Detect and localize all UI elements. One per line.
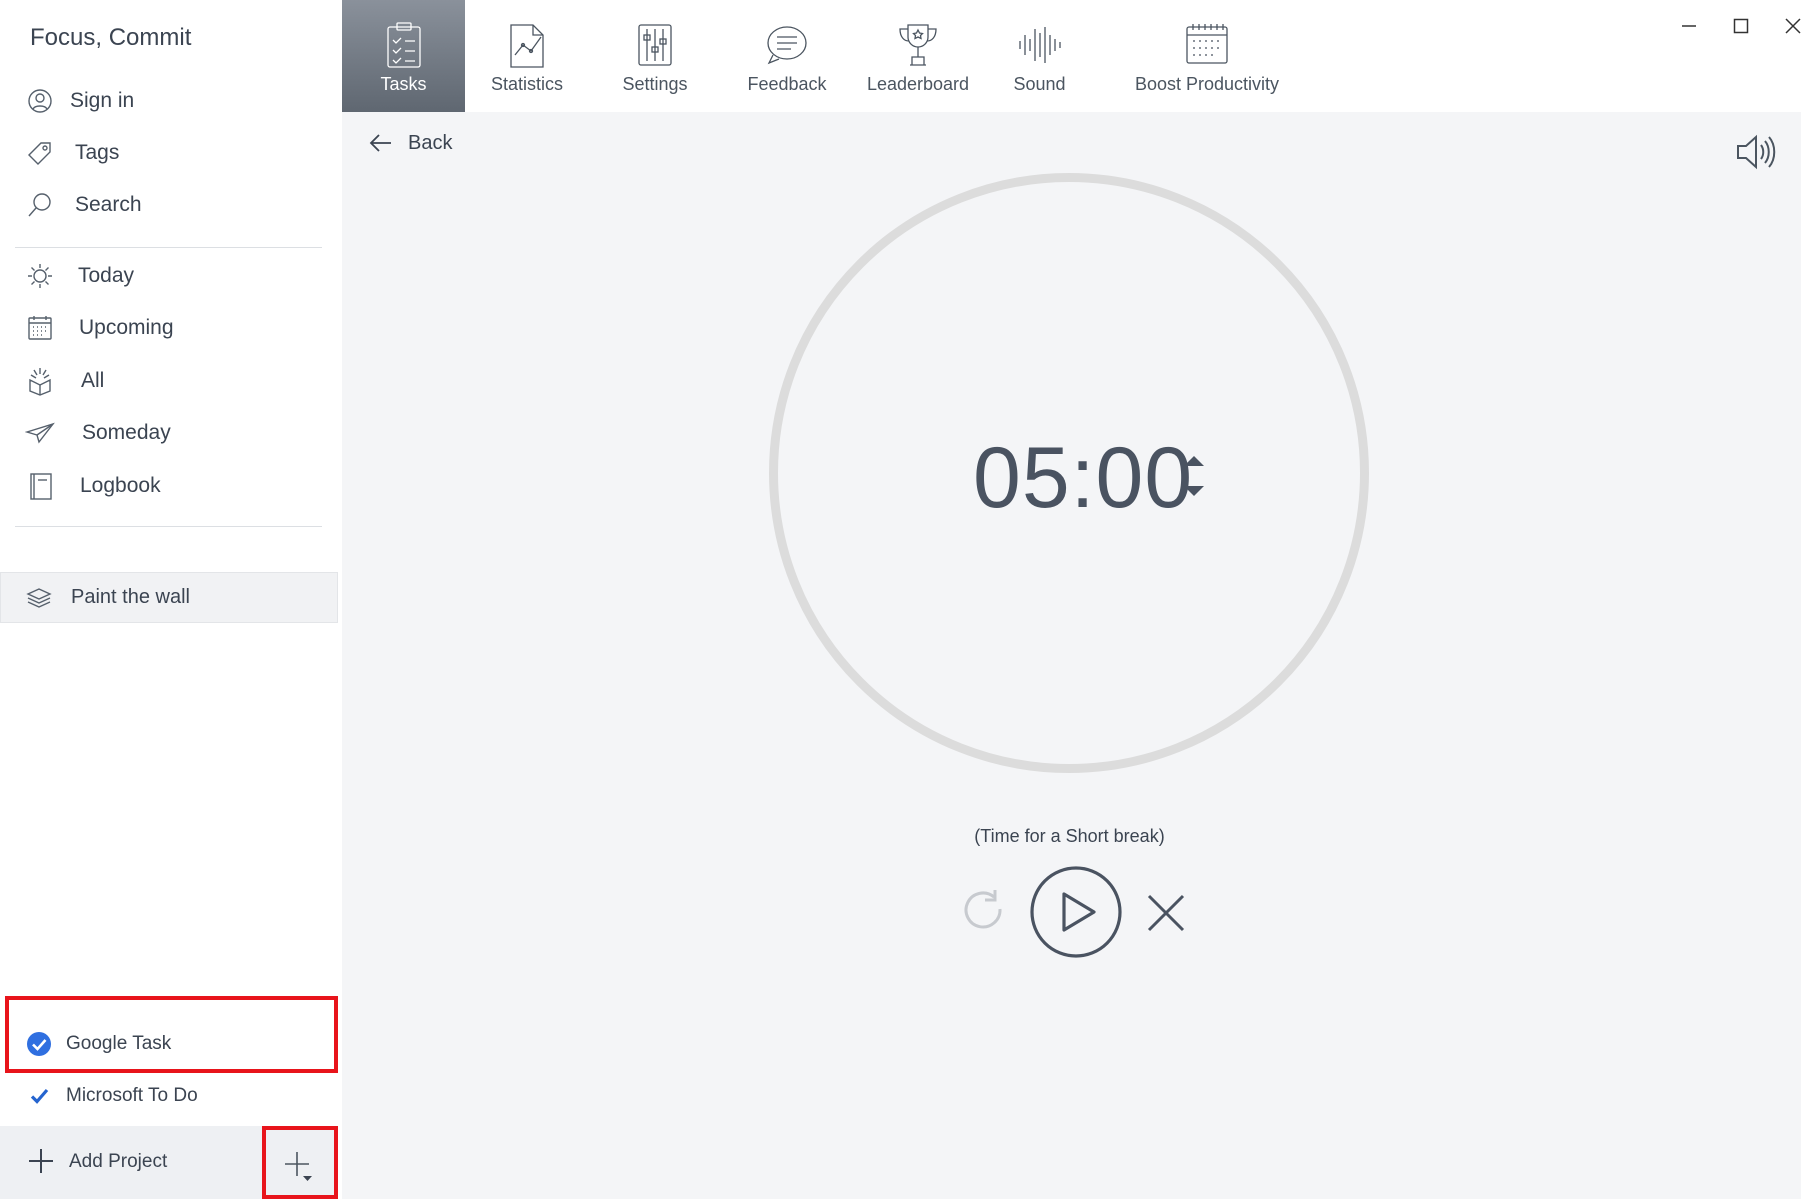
calendar-icon — [24, 312, 56, 344]
sidebar-item-sign-in[interactable]: Sign in — [0, 78, 340, 124]
sidebar-item-label: Today — [78, 264, 135, 287]
tab-label: Leaderboard — [866, 74, 970, 94]
trophy-icon — [893, 20, 943, 70]
search-icon — [24, 189, 56, 221]
timer-value: 05:00 — [973, 430, 1194, 526]
tag-icon — [24, 137, 56, 169]
integration-google-task[interactable]: Google Task — [0, 1018, 338, 1070]
maximize-icon — [1733, 18, 1749, 34]
sidebar-item-search[interactable]: Search — [0, 182, 340, 228]
book-icon — [24, 470, 56, 502]
project-item-label: Paint the wall — [71, 586, 190, 608]
sidebar-item-today[interactable]: Today — [0, 253, 340, 299]
sidebar: Focus, Commit Sign in Tags Search Today — [0, 0, 340, 1199]
sidebar-item-label: Search — [75, 193, 142, 216]
microsoft-todo-check-icon — [26, 1083, 52, 1109]
sidebar-footer: Add Project — [0, 1126, 338, 1199]
tab-label: Feedback — [747, 74, 827, 94]
back-label: Back — [408, 131, 453, 154]
integration-microsoft-todo[interactable]: Microsoft To Do — [0, 1070, 338, 1122]
sidebar-item-label: Logbook — [80, 474, 161, 497]
app-title: Focus, Commit — [30, 24, 192, 51]
calendar-grid-icon — [1182, 20, 1232, 70]
tab-label: Sound — [1013, 74, 1066, 94]
tab-leaderboard[interactable]: Leaderboard — [864, 0, 972, 112]
play-button[interactable] — [1028, 864, 1124, 960]
paper-plane-icon — [24, 417, 56, 449]
minimize-button[interactable] — [1669, 8, 1709, 44]
speaker-icon — [1737, 134, 1776, 170]
tab-boost-productivity[interactable]: Boost Productivity — [1129, 0, 1285, 112]
layers-icon — [25, 584, 53, 612]
refresh-icon — [964, 890, 1002, 929]
sun-icon — [24, 260, 56, 292]
sidebar-item-label: Upcoming — [79, 316, 174, 339]
up-down-arrows-icon — [1184, 456, 1204, 496]
sound-toggle-button[interactable] — [1733, 130, 1777, 174]
sidebar-item-upcoming[interactable]: Upcoming — [0, 305, 340, 351]
sidebar-item-all[interactable]: All — [0, 358, 340, 404]
clipboard-icon — [379, 20, 429, 70]
tab-sound[interactable]: Sound — [1003, 0, 1076, 112]
tab-label: Boost Productivity — [1134, 74, 1280, 94]
sidebar-item-label: Someday — [82, 421, 171, 444]
tab-label: Statistics — [490, 74, 564, 94]
sidebar-divider — [15, 247, 322, 248]
timer-stepper[interactable] — [1180, 452, 1208, 502]
close-window-button[interactable] — [1773, 8, 1801, 44]
tab-feedback[interactable]: Feedback — [735, 0, 839, 112]
play-icon — [1030, 866, 1122, 958]
app-window: Focus, Commit Sign in Tags Search Today — [0, 0, 1801, 1199]
sidebar-item-label: All — [81, 369, 105, 392]
user-icon — [24, 85, 56, 117]
tab-label: Settings — [622, 74, 688, 94]
sidebar-item-label: Sign in — [70, 89, 135, 112]
minimize-icon — [1682, 25, 1696, 27]
add-menu-button[interactable] — [266, 1132, 332, 1196]
integration-label: Google Task — [66, 1033, 172, 1054]
cancel-timer-button[interactable] — [1143, 890, 1189, 936]
arrow-left-icon — [369, 134, 391, 152]
toolbar: Tasks Statistics Settings Feedback Leade… — [342, 0, 1801, 112]
close-icon — [1785, 18, 1801, 34]
add-project-label: Add Project — [69, 1151, 168, 1172]
sidebar-divider — [15, 526, 322, 527]
sidebar-item-logbook[interactable]: Logbook — [0, 463, 340, 509]
sidebar-item-someday[interactable]: Someday — [0, 410, 340, 456]
stack-icon — [24, 365, 56, 397]
tab-label: Tasks — [380, 74, 427, 94]
tab-statistics[interactable]: Statistics — [477, 0, 577, 112]
close-icon — [1147, 894, 1185, 932]
waveform-icon — [1015, 20, 1065, 70]
plus-dropdown-icon — [285, 1152, 312, 1181]
integration-label: Microsoft To Do — [66, 1085, 198, 1106]
reset-button[interactable] — [959, 887, 1009, 937]
timer-panel: Back 05:00 (Time for a Short break) — [342, 112, 1801, 1199]
back-button[interactable]: Back — [368, 126, 452, 160]
tab-tasks[interactable]: Tasks — [342, 0, 465, 112]
plus-icon — [29, 1149, 53, 1173]
feedback-icon — [762, 20, 812, 70]
tab-settings[interactable]: Settings — [610, 0, 700, 112]
maximize-button[interactable] — [1721, 8, 1761, 44]
sidebar-item-label: Tags — [75, 141, 120, 164]
chart-icon — [502, 20, 552, 70]
sidebar-item-tags[interactable]: Tags — [0, 130, 340, 176]
google-task-check-icon — [26, 1031, 52, 1057]
sliders-icon — [630, 20, 680, 70]
project-item-paint-the-wall[interactable]: Paint the wall — [0, 572, 338, 623]
timer-status-text: (Time for a Short break) — [974, 826, 1165, 846]
add-project-button[interactable]: Add Project — [0, 1126, 260, 1199]
